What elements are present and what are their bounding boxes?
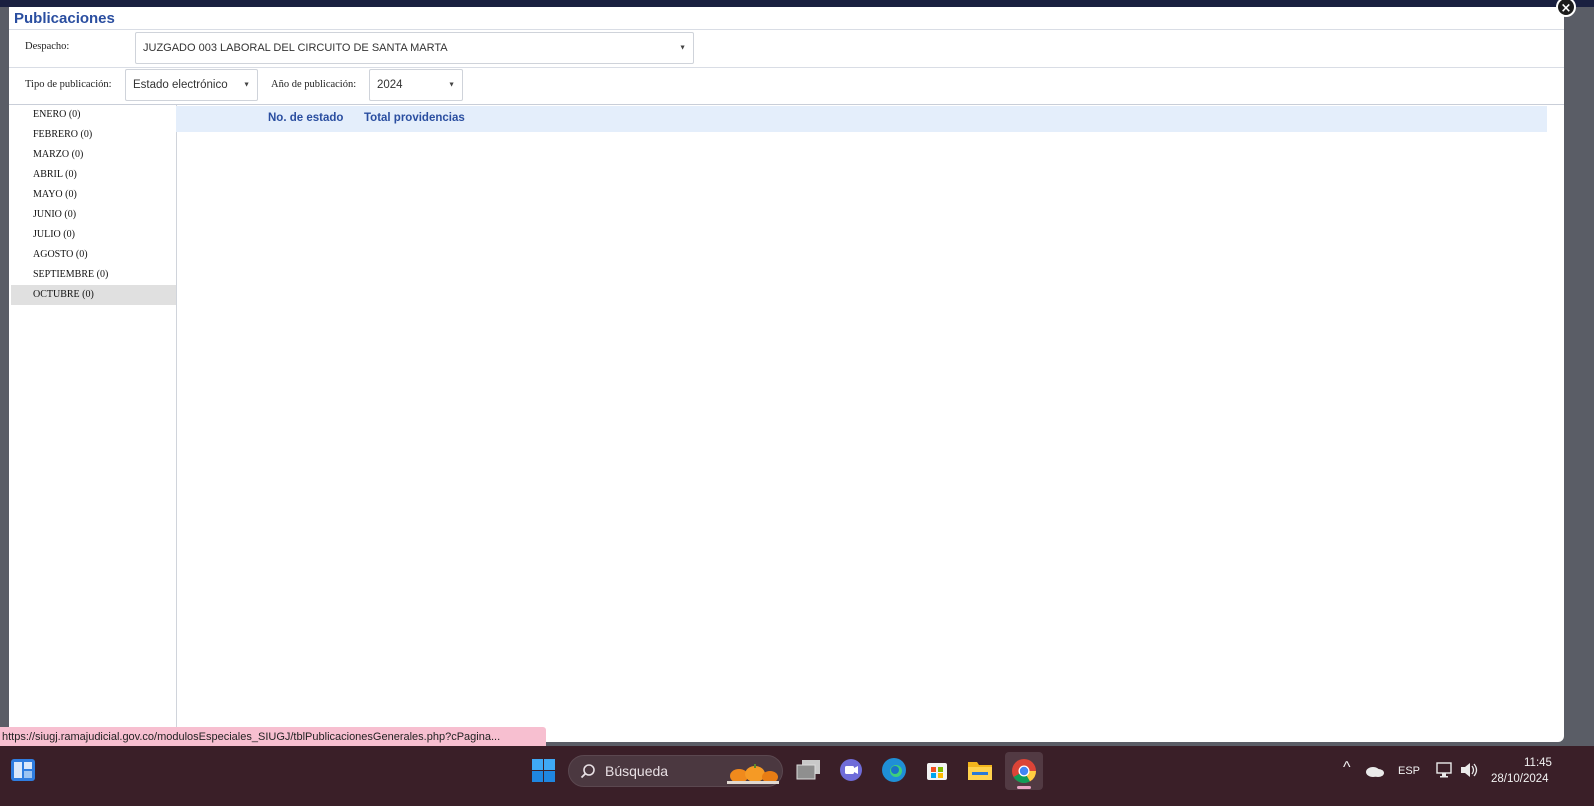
- search-placeholder: Búsqueda: [605, 763, 669, 779]
- file-explorer-icon[interactable]: [967, 758, 993, 782]
- pumpkin-icon: [727, 762, 779, 789]
- month-item[interactable]: MARZO (0): [11, 145, 176, 165]
- volume-icon[interactable]: [1460, 762, 1478, 778]
- anio-publicacion-select[interactable]: 2024 ▼: [369, 69, 463, 101]
- language-indicator[interactable]: ESP: [1398, 765, 1420, 777]
- column-header-total-providencias[interactable]: Total providencias: [364, 112, 465, 124]
- month-item[interactable]: AGOSTO (0): [11, 245, 176, 265]
- tipo-publicacion-label: Tipo de publicación:: [25, 79, 112, 90]
- task-view-icon[interactable]: [796, 759, 822, 781]
- month-item-selected[interactable]: OCTUBRE (0): [11, 285, 176, 305]
- month-item[interactable]: MAYO (0): [11, 185, 176, 205]
- microsoft-store-icon[interactable]: [925, 758, 949, 782]
- tray-chevron-up-icon[interactable]: ^: [1343, 759, 1351, 777]
- month-item[interactable]: SEPTIEMBRE (0): [11, 265, 176, 285]
- divider: [9, 29, 1564, 30]
- publicaciones-grid: No. de estado Total providencias: [176, 105, 1564, 742]
- browser-top-band: [0, 0, 1594, 7]
- active-app-indicator: [1017, 786, 1031, 789]
- despacho-label: Despacho:: [25, 41, 70, 52]
- link-status-bar: https://siugj.ramajudicial.gov.co/modulo…: [0, 727, 546, 747]
- teams-chat-icon[interactable]: [839, 758, 863, 782]
- anio-publicacion-label: Año de publicación:: [271, 79, 357, 90]
- month-item[interactable]: ABRIL (0): [11, 165, 176, 185]
- months-sidebar: ENERO (0) FEBRERO (0) MARZO (0) ABRIL (0…: [11, 105, 177, 742]
- windows-start-icon[interactable]: [532, 759, 555, 782]
- modal-title: Publicaciones: [14, 10, 115, 27]
- month-item[interactable]: ENERO (0): [11, 105, 176, 125]
- month-item[interactable]: JULIO (0): [11, 225, 176, 245]
- month-item[interactable]: FEBRERO (0): [11, 125, 176, 145]
- column-header-no-estado[interactable]: No. de estado: [268, 112, 343, 124]
- network-icon[interactable]: [1436, 762, 1454, 778]
- close-icon[interactable]: ×: [1556, 0, 1576, 17]
- despacho-select[interactable]: JUZGADO 003 LABORAL DEL CIRCUITO DE SANT…: [135, 32, 694, 64]
- chrome-icon: [1011, 758, 1037, 789]
- onedrive-cloud-icon[interactable]: [1365, 764, 1385, 777]
- tipo-publicacion-select[interactable]: Estado electrónico ▼: [125, 69, 258, 101]
- grid-header: No. de estado Total providencias: [176, 106, 1547, 132]
- publicaciones-modal: Publicaciones Despacho: JUZGADO 003 LABO…: [9, 7, 1564, 742]
- chevron-down-icon: ▼: [243, 81, 250, 89]
- divider: [9, 67, 1564, 68]
- despacho-value: JUZGADO 003 LABORAL DEL CIRCUITO DE SANT…: [143, 42, 448, 54]
- anio-publicacion-value: 2024: [377, 79, 403, 91]
- clock-date[interactable]: 28/10/2024: [1491, 773, 1549, 785]
- chevron-down-icon: ▼: [448, 81, 455, 89]
- chevron-down-icon: ▼: [679, 44, 686, 52]
- clock-time[interactable]: 11:45: [1524, 757, 1552, 769]
- edge-browser-icon[interactable]: [881, 757, 907, 783]
- tipo-publicacion-value: Estado electrónico: [133, 79, 228, 91]
- widgets-icon[interactable]: [11, 759, 35, 781]
- taskbar-search[interactable]: Búsqueda: [568, 755, 783, 787]
- month-item[interactable]: JUNIO (0): [11, 205, 176, 225]
- search-icon: [580, 763, 596, 784]
- chrome-browser-button[interactable]: [1005, 752, 1043, 790]
